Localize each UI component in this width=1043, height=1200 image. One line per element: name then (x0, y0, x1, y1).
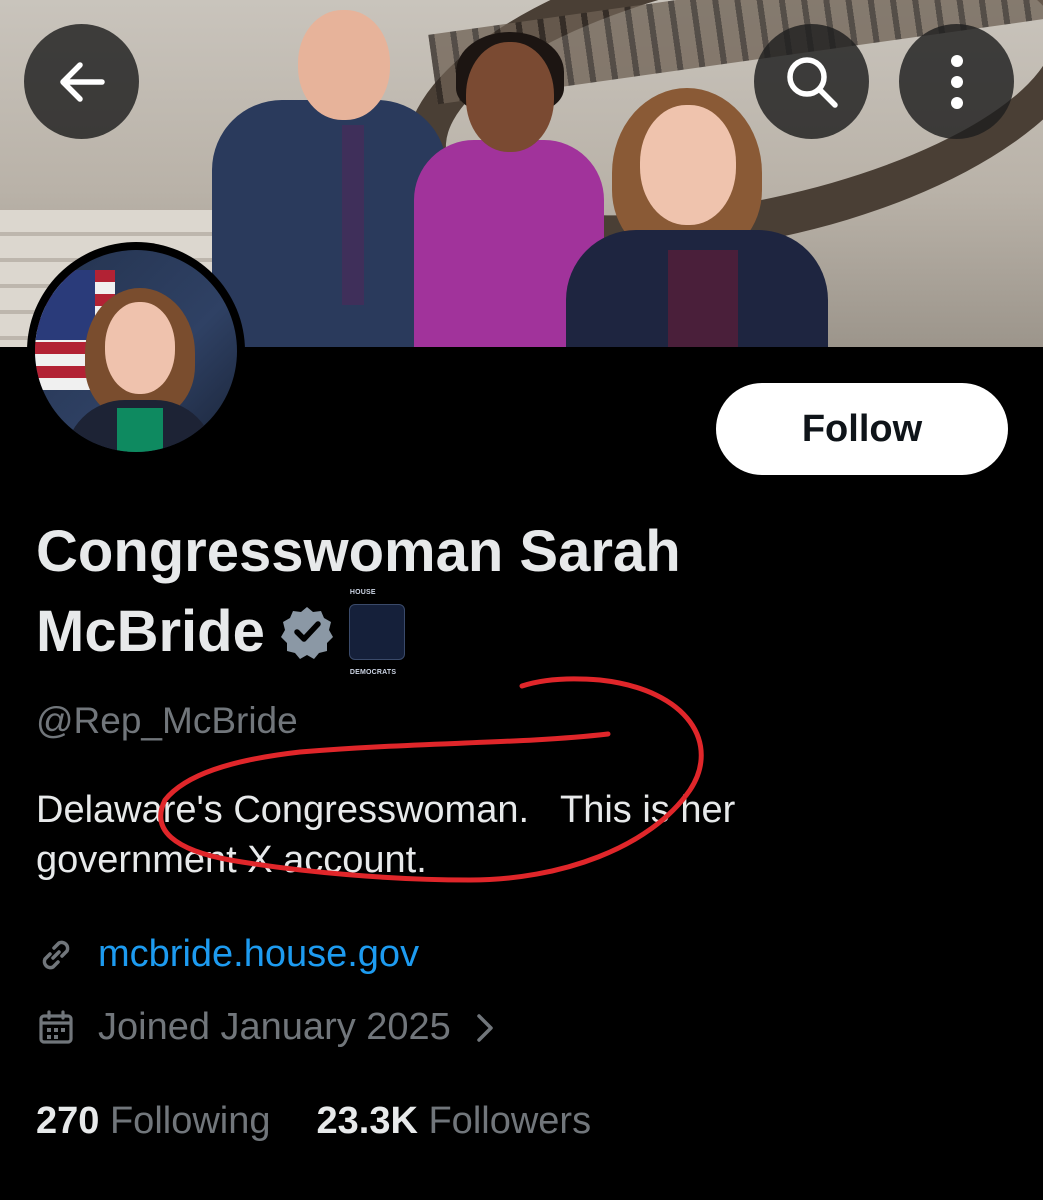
profile-name-line-1: Congresswoman Sarah (36, 519, 681, 584)
following-count: 270 (36, 1100, 100, 1142)
banner-person-3-head (640, 105, 736, 225)
avatar-face (105, 302, 175, 394)
banner-person-2-head (466, 42, 554, 152)
website-row: mcbride.house.gov (36, 933, 419, 976)
following-label: Following (109, 1100, 271, 1142)
profile-name: Congresswoman Sarah McBride HOUSE DEMOCR… (36, 512, 856, 676)
more-options-button[interactable] (899, 24, 1014, 139)
search-button[interactable] (754, 24, 869, 139)
follow-button[interactable]: Follow (716, 383, 1008, 475)
avatar-flag-canton (35, 270, 95, 340)
profile-name-line-2-row: McBride HOUSE DEMOCRATS (36, 589, 405, 676)
arrow-left-icon (59, 61, 105, 102)
banner-person-1-head (298, 10, 390, 120)
followers-count-link[interactable]: 23.3K Followers (317, 1100, 592, 1143)
calendar-icon (39, 1009, 73, 1044)
house-democrats-badge-text: HOUSE DEMOCRATS (349, 589, 397, 676)
avatar-photo (35, 250, 237, 452)
banner-person-1-tie (342, 125, 364, 305)
link-icon (42, 940, 70, 969)
website-link[interactable]: mcbride.house.gov (98, 933, 419, 976)
back-button[interactable] (24, 24, 139, 139)
joined-date: Joined January 2025 (98, 1006, 451, 1048)
verified-badge-icon[interactable] (279, 604, 335, 660)
following-count-link[interactable]: 270 Following (36, 1100, 271, 1143)
banner-person-3-top (668, 250, 738, 347)
house-democrats-badge[interactable]: HOUSE DEMOCRATS (348, 589, 405, 676)
followers-label: Followers (428, 1100, 592, 1142)
search-icon (786, 56, 838, 108)
avatar[interactable] (27, 242, 245, 460)
followers-count: 23.3K (316, 1100, 418, 1142)
avatar-blouse (117, 408, 163, 452)
profile-bio: Delaware's Congresswoman. This is her go… (36, 789, 746, 881)
more-vertical-icon (950, 54, 963, 109)
chevron-right-icon (477, 1013, 493, 1042)
banner-person-1 (212, 100, 447, 347)
profile-name-line-2: McBride (36, 599, 265, 664)
profile-handle: @Rep_McBride (36, 700, 298, 741)
follow-counts: 270 Following 23.3K Followers (36, 1100, 591, 1143)
joined-row[interactable]: Joined January 2025 (36, 1006, 497, 1049)
